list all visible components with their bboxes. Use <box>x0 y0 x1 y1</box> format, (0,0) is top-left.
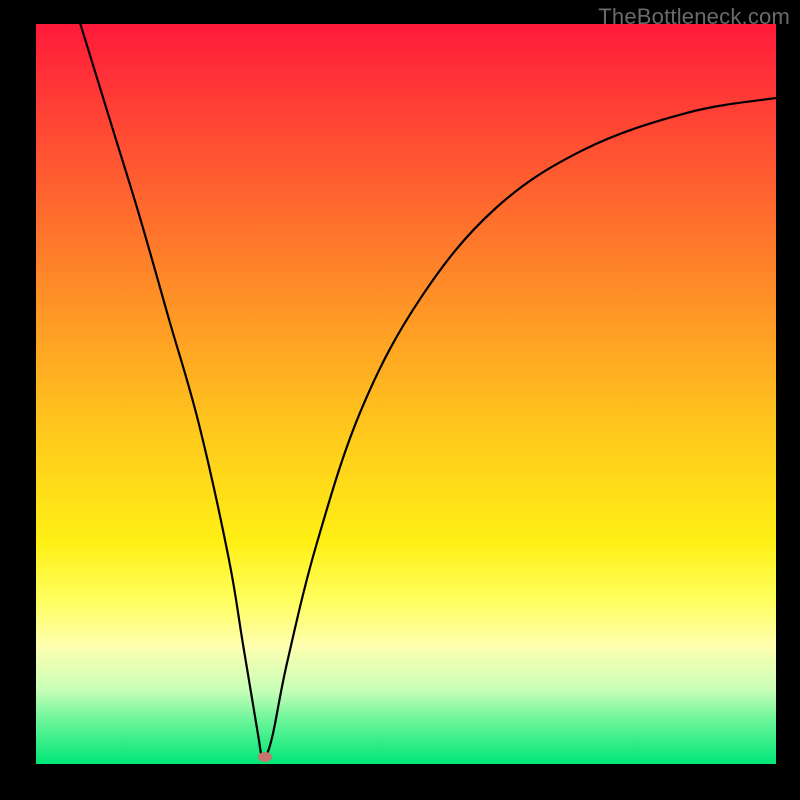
chart-frame: TheBottleneck.com <box>0 0 800 800</box>
plot-area <box>36 24 776 764</box>
bottleneck-curve <box>36 24 776 764</box>
optimal-point-marker <box>258 752 272 762</box>
